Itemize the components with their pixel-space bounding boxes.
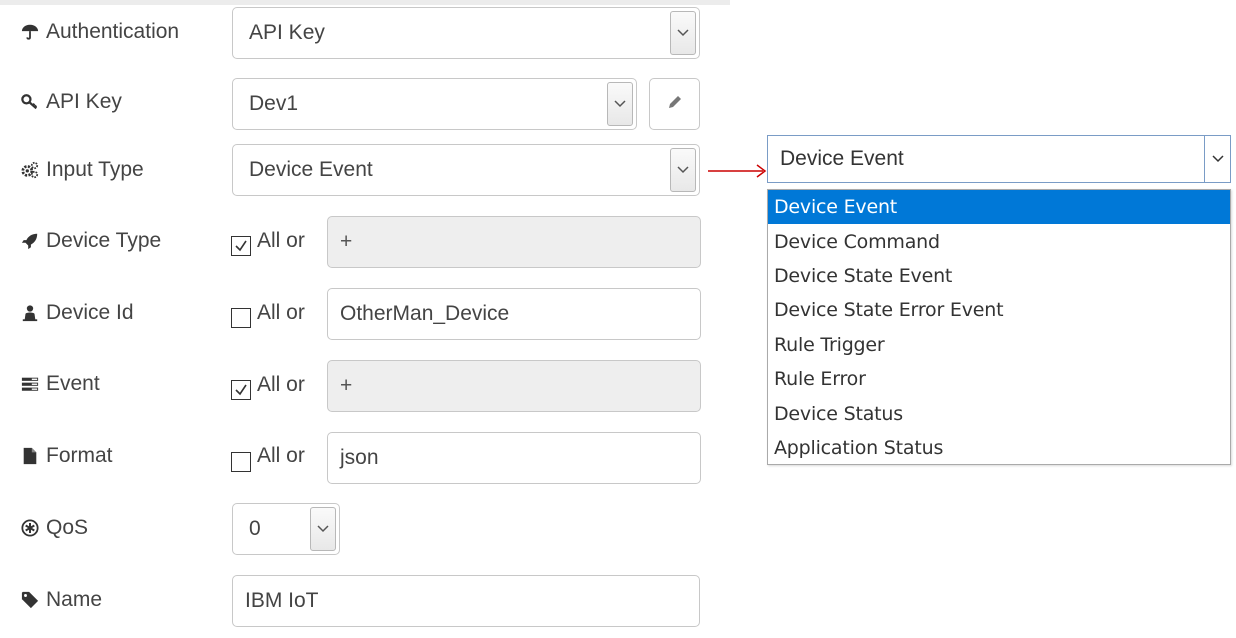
dropdown-option[interactable]: Device State Error Event xyxy=(768,293,1230,327)
gears-icon xyxy=(20,160,40,180)
edit-api-key-button[interactable] xyxy=(649,78,700,130)
qos-select[interactable]: 0 xyxy=(232,503,340,555)
dropdown-option[interactable]: Application Status xyxy=(768,431,1230,465)
input-type-select[interactable]: Device Event xyxy=(232,144,700,196)
dropdown-option[interactable]: Rule Trigger xyxy=(768,328,1230,362)
chevron-down-icon[interactable] xyxy=(670,148,696,192)
dropdown-option[interactable]: Device Command xyxy=(768,224,1230,258)
umbrella-icon xyxy=(20,22,40,42)
dropdown-option[interactable]: Device Status xyxy=(768,396,1230,430)
pencil-icon xyxy=(666,93,684,116)
tag-icon xyxy=(20,590,40,610)
name-label: Name xyxy=(20,585,102,615)
device-id-label: Device Id xyxy=(20,298,134,328)
asterisk-circle-icon xyxy=(20,518,40,538)
dropdown-option[interactable]: Device Event xyxy=(768,190,1230,225)
device-type-all-or-label: All or xyxy=(257,229,305,252)
event-label: Event xyxy=(20,369,100,399)
file-icon xyxy=(20,446,40,466)
device-id-all-or-label: All or xyxy=(257,301,305,324)
device-id-input[interactable]: OtherMan_Device xyxy=(327,288,701,340)
api-key-label: API Key xyxy=(20,87,122,117)
qos-label: QoS xyxy=(20,513,88,543)
event-all-or-label: All or xyxy=(257,373,305,396)
chevron-down-icon[interactable] xyxy=(1204,136,1230,182)
device-type-all-checkbox[interactable] xyxy=(231,236,251,256)
key-icon xyxy=(20,92,40,112)
event-input[interactable]: + xyxy=(327,360,701,412)
list-icon xyxy=(20,374,40,394)
user-icon xyxy=(20,303,40,323)
chevron-down-icon[interactable] xyxy=(670,11,696,55)
format-all-or-label: All or xyxy=(257,444,305,467)
name-input[interactable]: IBM IoT xyxy=(232,575,700,627)
authentication-label: Authentication xyxy=(20,17,179,47)
authentication-select[interactable]: API Key xyxy=(232,7,700,59)
chevron-down-icon[interactable] xyxy=(310,507,336,551)
api-key-select[interactable]: Dev1 xyxy=(232,78,637,130)
input-type-label: Input Type xyxy=(20,155,144,185)
arrow-right-icon xyxy=(708,164,767,178)
rocket-icon xyxy=(20,231,40,251)
dropdown-options-list: Device Event Device Command Device State… xyxy=(767,189,1231,465)
dropdown-option[interactable]: Rule Error xyxy=(768,362,1230,396)
format-input[interactable]: json xyxy=(327,432,701,484)
dropdown-option[interactable]: Device State Event xyxy=(768,259,1230,293)
format-all-checkbox[interactable] xyxy=(231,452,251,472)
chevron-down-icon[interactable] xyxy=(607,82,633,126)
top-strip xyxy=(0,0,730,5)
dropdown-select[interactable]: Device Event xyxy=(767,135,1231,183)
format-label: Format xyxy=(20,441,113,471)
device-id-all-checkbox[interactable] xyxy=(231,308,251,328)
device-type-label: Device Type xyxy=(20,226,161,256)
device-type-input[interactable]: + xyxy=(327,216,701,268)
event-all-checkbox[interactable] xyxy=(231,380,251,400)
